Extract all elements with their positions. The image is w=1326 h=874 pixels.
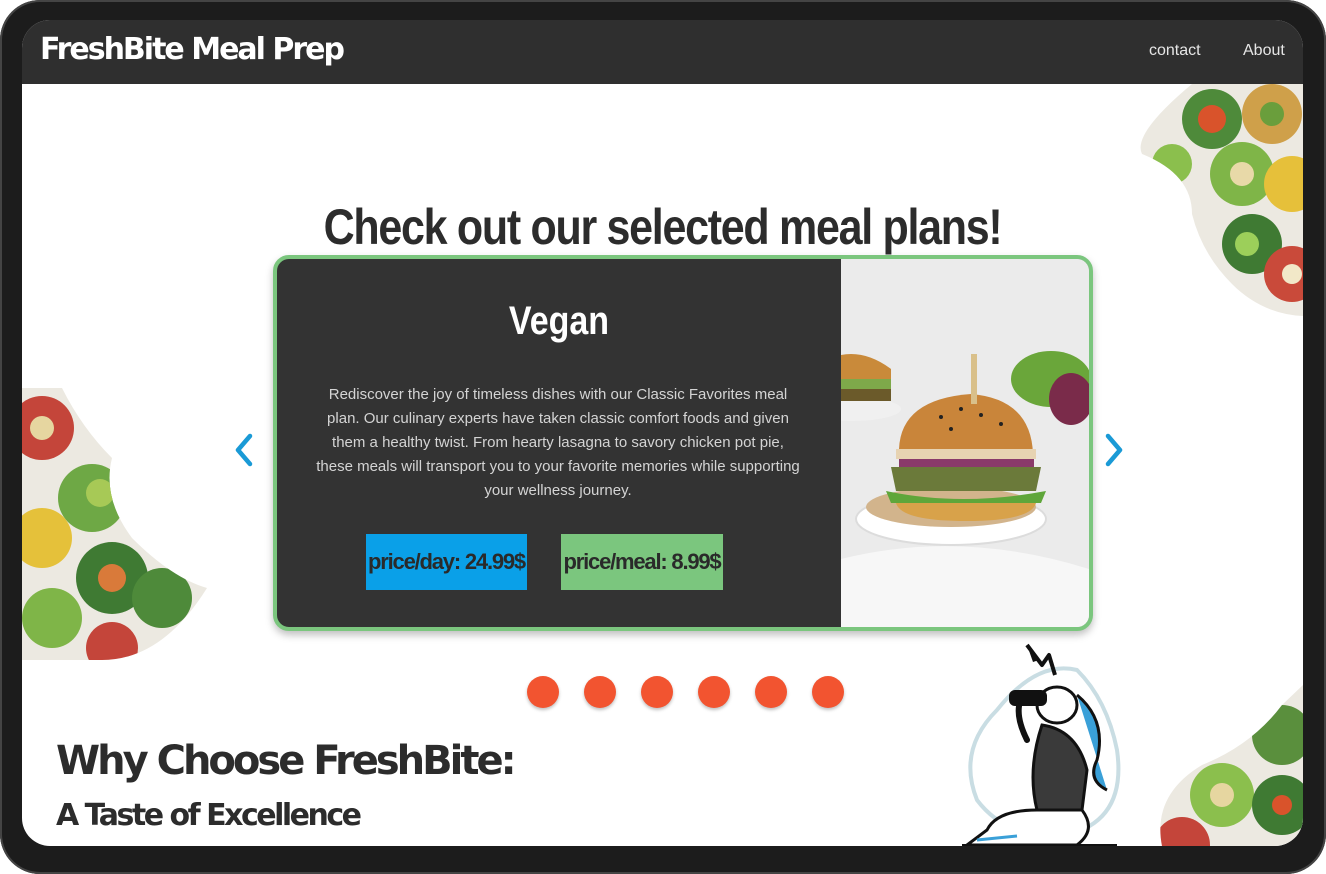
carousel-dot-1[interactable] bbox=[527, 676, 559, 708]
carousel-dot-6[interactable] bbox=[812, 676, 844, 708]
meal-plan-card-text: Vegan Rediscover the joy of timeless dis… bbox=[277, 259, 841, 627]
carousel-dot-5[interactable] bbox=[755, 676, 787, 708]
meal-plans-heading: Check out our selected meal plans! bbox=[323, 199, 1003, 255]
veggie-burger-illustration bbox=[801, 259, 1089, 627]
device-frame: FreshBite Meal Prep contact About Check … bbox=[0, 0, 1326, 874]
nav-link-about[interactable]: About bbox=[1243, 42, 1285, 60]
carousel-prev-chevron-left-icon[interactable] bbox=[228, 430, 258, 470]
why-choose-heading: Why Choose FreshBite: bbox=[56, 738, 517, 784]
navbar: FreshBite Meal Prep contact About bbox=[22, 20, 1303, 84]
salad-bowls-left-image bbox=[22, 388, 207, 660]
meal-plan-description: Rediscover the joy of timeless dishes wi… bbox=[316, 386, 800, 499]
salad-bowls-bottom-right-image bbox=[1160, 685, 1303, 846]
meal-plan-card: Vegan Rediscover the joy of timeless dis… bbox=[273, 255, 1093, 631]
veggie-burger-image bbox=[801, 259, 1089, 627]
carousel-dot-3[interactable] bbox=[641, 676, 673, 708]
price-per-day-button[interactable]: price/day: 24.99$ bbox=[366, 534, 527, 590]
price-per-meal-button[interactable]: price/meal: 8.99$ bbox=[561, 534, 723, 590]
nav-link-contact[interactable]: contact bbox=[1149, 42, 1201, 60]
screen: FreshBite Meal Prep contact About Check … bbox=[22, 20, 1303, 846]
person-binoculars-illustration bbox=[962, 643, 1121, 846]
meal-plan-title: Vegan bbox=[508, 299, 610, 343]
carousel-next-chevron-right-icon[interactable] bbox=[1100, 430, 1130, 470]
site-logo[interactable]: FreshBite Meal Prep bbox=[40, 32, 345, 67]
why-choose-subheading: A Taste of Excellence bbox=[56, 798, 362, 833]
carousel-dot-2[interactable] bbox=[584, 676, 616, 708]
carousel-dot-4[interactable] bbox=[698, 676, 730, 708]
